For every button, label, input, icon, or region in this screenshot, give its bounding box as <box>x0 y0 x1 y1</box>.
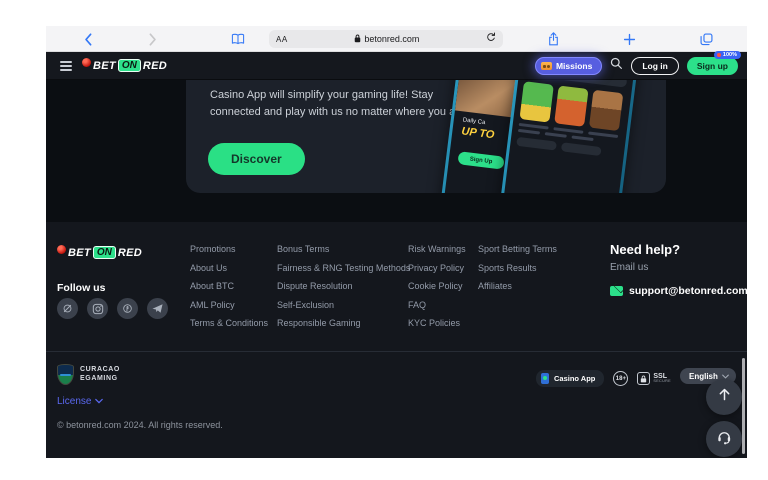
copyright-text: © betonred.com 2024. All rights reserved… <box>57 420 223 430</box>
footer-link[interactable]: KYC Policies <box>408 318 466 328</box>
share-button[interactable] <box>546 26 560 52</box>
footer-link[interactable]: FAQ <box>408 300 466 310</box>
footer-column-4: Sport Betting Terms Sports Results Affil… <box>478 244 557 291</box>
banner-description: Casino App will simplify your gaming lif… <box>210 87 480 120</box>
footer-divider <box>46 351 747 352</box>
footer-link[interactable]: Responsible Gaming <box>277 318 410 328</box>
bonus-badge: 100% <box>714 51 741 59</box>
plus-icon <box>623 33 636 46</box>
lock-icon <box>354 34 361 45</box>
search-icon[interactable] <box>610 57 623 75</box>
chevron-down-icon <box>95 396 103 407</box>
footer-link[interactable]: Sports Results <box>478 263 557 273</box>
phone-mockups: Daily Ca UP TO Sign Up Sign up ⌕Search <box>444 80 666 193</box>
page-scrollbar[interactable] <box>742 358 745 454</box>
back-button[interactable] <box>81 26 95 52</box>
bonus-dot-icon <box>717 53 721 57</box>
logo-ball-icon <box>57 245 66 254</box>
chevron-left-icon <box>84 33 92 46</box>
chevron-right-icon <box>149 33 157 46</box>
support-email-link[interactable]: support@betonred.com <box>629 285 747 297</box>
need-help-title: Need help? <box>610 242 747 257</box>
tabs-button[interactable] <box>698 26 714 52</box>
footer-link[interactable]: Fairness & RNG Testing Methods <box>277 263 410 273</box>
curacao-shield-icon <box>57 364 74 385</box>
footer-logo[interactable]: BET ON RED <box>57 246 142 259</box>
missions-button[interactable]: Missions <box>535 57 602 75</box>
curacao-egaming-badge[interactable]: CURACAOEGAMING <box>57 364 120 385</box>
email-us-label: Email us <box>610 262 747 273</box>
footer-link[interactable]: AML Policy <box>190 300 268 310</box>
help-section: Need help? Email us support@betonred.com <box>610 242 747 297</box>
phone-app-icon <box>541 373 549 384</box>
footer-link[interactable]: Bonus Terms <box>277 244 410 254</box>
instagram-icon[interactable] <box>87 298 108 319</box>
url-text: betonred.com <box>288 34 486 45</box>
phone-signup-button: Sign Up <box>457 151 504 170</box>
lock-icon <box>637 372 650 385</box>
footer-link[interactable]: Promotions <box>190 244 268 254</box>
login-button[interactable]: Log in <box>631 57 679 75</box>
footer: BET ON RED Follow us Promotions About Us… <box>46 222 747 458</box>
follow-us-label: Follow us <box>57 282 105 294</box>
license-dropdown[interactable]: License <box>57 396 103 407</box>
support-chat-button[interactable] <box>706 421 742 457</box>
footer-link[interactable]: About BTC <box>190 281 268 291</box>
footer-link[interactable]: Dispute Resolution <box>277 281 410 291</box>
phone-mockup-front: Sign up ⌕Search <box>497 80 639 193</box>
refresh-button[interactable] <box>486 30 496 48</box>
book-icon <box>231 33 245 45</box>
casino-app-banner: Casino App will simplify your gaming lif… <box>186 80 666 193</box>
bookmarks-button[interactable] <box>230 26 246 52</box>
footer-column-1: Promotions About Us About BTC AML Policy… <box>190 244 268 328</box>
footer-link[interactable]: Sport Betting Terms <box>478 244 557 254</box>
browser-toolbar: AA betonred.com <box>46 26 747 52</box>
envelope-icon <box>610 286 623 296</box>
telegram-icon[interactable] <box>147 298 168 319</box>
address-bar[interactable]: AA betonred.com <box>269 30 503 48</box>
age-18-badge: 18+ <box>613 371 628 386</box>
arrow-up-icon <box>717 387 732 407</box>
casino-app-badge[interactable]: Casino App <box>536 370 604 387</box>
footer-link[interactable]: About Us <box>190 263 268 273</box>
tabs-icon <box>700 33 713 46</box>
social-links <box>57 298 168 319</box>
footer-link[interactable]: Risk Warnings <box>408 244 466 254</box>
logo-ball-icon <box>82 58 91 67</box>
facebook-icon[interactable] <box>117 298 138 319</box>
footer-link[interactable]: Self-Exclusion <box>277 300 410 310</box>
new-tab-button[interactable] <box>622 26 636 52</box>
footer-column-3: Risk Warnings Privacy Policy Cookie Poli… <box>408 244 466 328</box>
game-tiles <box>519 81 623 131</box>
reader-mode-button[interactable]: AA <box>276 35 288 44</box>
share-icon <box>548 32 559 46</box>
footer-link[interactable]: Cookie Policy <box>408 281 466 291</box>
discover-button[interactable]: Discover <box>208 143 305 175</box>
browser-window: AA betonred.com BET ON RED <box>46 26 747 458</box>
x-twitter-icon[interactable] <box>57 298 78 319</box>
footer-link[interactable]: Privacy Policy <box>408 263 466 273</box>
footer-column-2: Bonus Terms Fairness & RNG Testing Metho… <box>277 244 410 328</box>
site-logo[interactable]: BET ON RED <box>82 59 167 72</box>
headset-icon <box>716 429 732 450</box>
scroll-to-top-button[interactable] <box>706 379 742 415</box>
site-header: BET ON RED Missions Log in Sign up 100% <box>46 52 747 80</box>
menu-button[interactable] <box>60 61 72 71</box>
gamepad-icon <box>541 62 552 70</box>
ssl-secure-badge: SSLSECURE <box>637 372 671 385</box>
signup-button[interactable]: Sign up <box>687 57 738 75</box>
forward-button[interactable] <box>146 26 160 52</box>
main-content: Casino App will simplify your gaming lif… <box>46 80 747 222</box>
footer-link[interactable]: Affiliates <box>478 281 557 291</box>
footer-link[interactable]: Terms & Conditions <box>190 318 268 328</box>
